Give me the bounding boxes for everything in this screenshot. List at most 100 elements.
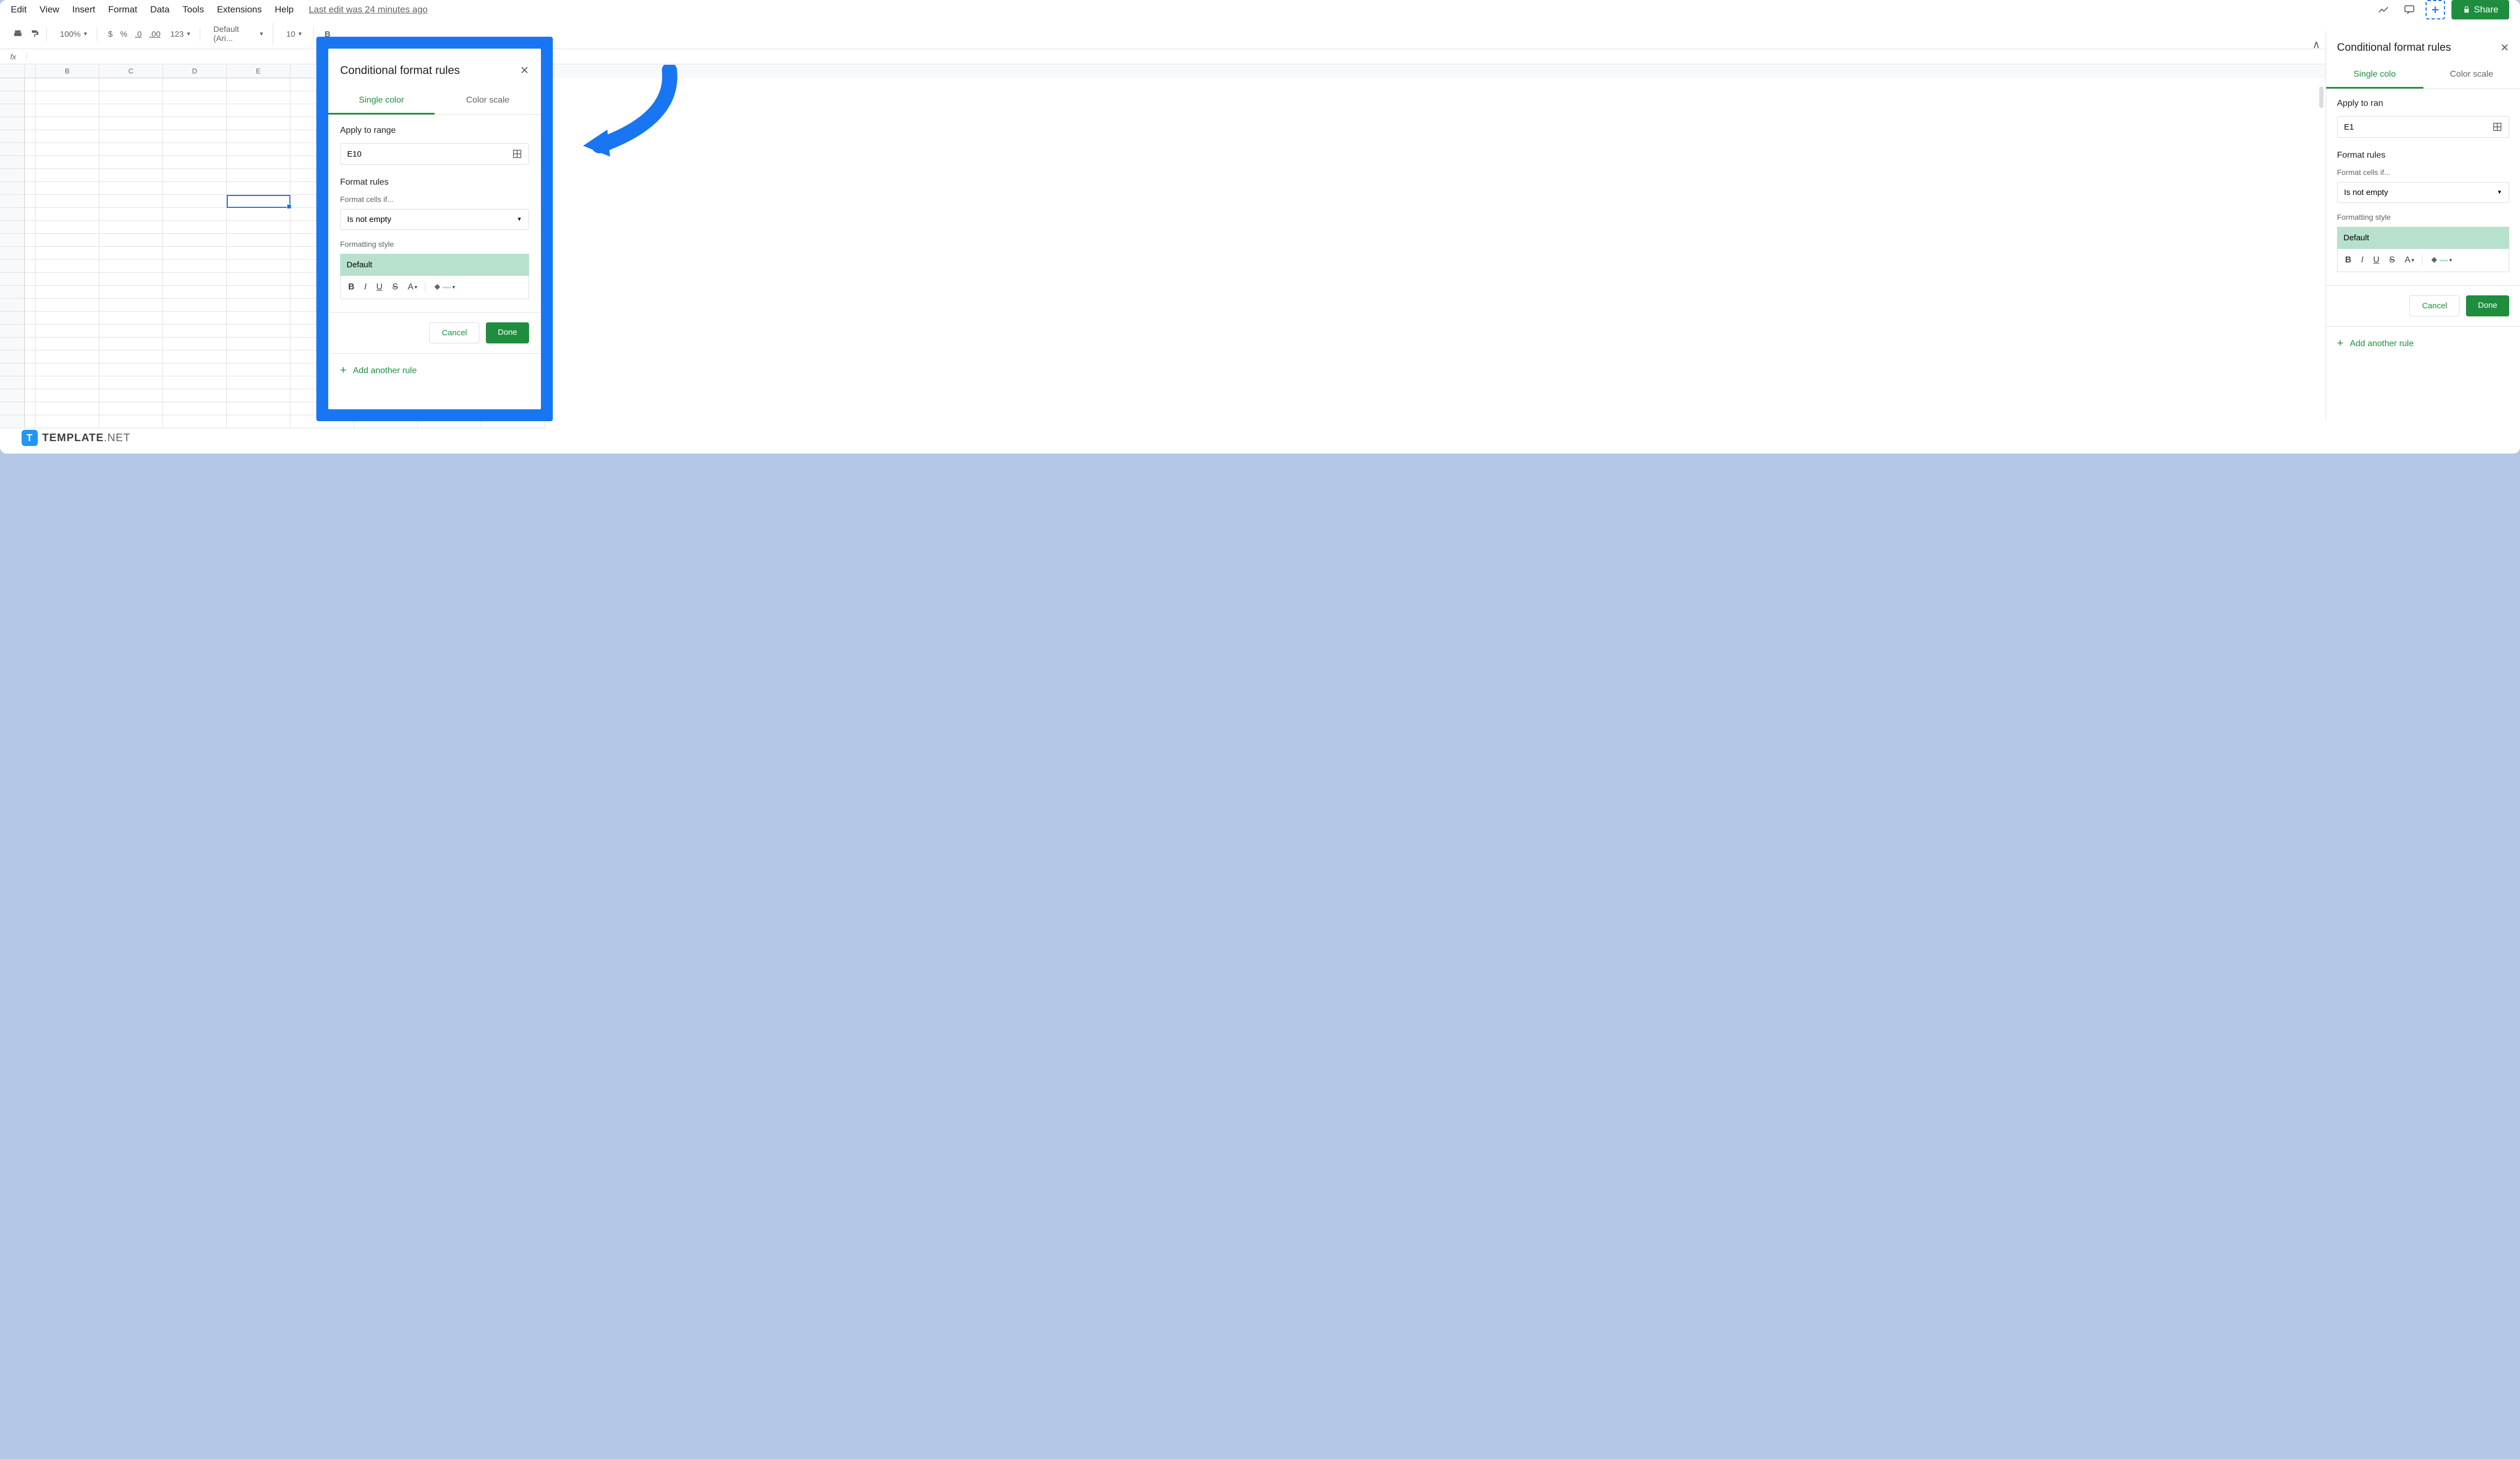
cell[interactable] — [163, 104, 227, 117]
zoom-condition-select[interactable]: Is not empty ▼ — [340, 209, 529, 230]
cell[interactable] — [163, 376, 227, 389]
cell[interactable] — [99, 325, 163, 337]
cell[interactable] — [227, 402, 290, 415]
cell[interactable] — [36, 363, 99, 376]
cell[interactable] — [36, 104, 99, 117]
cell[interactable] — [25, 169, 36, 182]
cell[interactable] — [99, 156, 163, 169]
cell[interactable] — [36, 415, 99, 428]
collapse-sidebar-chevron-icon[interactable]: ∧ — [2308, 33, 2325, 56]
row-header[interactable] — [0, 91, 25, 104]
cell[interactable] — [25, 325, 36, 337]
cell[interactable] — [227, 415, 290, 428]
cell[interactable] — [227, 156, 290, 169]
cell[interactable] — [227, 337, 290, 350]
text-color-button[interactable]: A▾ — [2400, 252, 2419, 268]
cell[interactable] — [25, 299, 36, 312]
tab-single-color[interactable]: Single colo — [2326, 62, 2423, 89]
menu-view[interactable]: View — [39, 4, 59, 15]
menu-data[interactable]: Data — [150, 4, 170, 15]
cell[interactable] — [99, 104, 163, 117]
cell[interactable] — [36, 182, 99, 195]
cell[interactable] — [227, 299, 290, 312]
row-header[interactable] — [0, 208, 25, 221]
cell[interactable] — [99, 91, 163, 104]
row-header[interactable] — [0, 389, 25, 402]
cell[interactable] — [99, 143, 163, 156]
cell[interactable] — [227, 376, 290, 389]
cell[interactable] — [163, 415, 227, 428]
row-header[interactable] — [0, 130, 25, 143]
cell[interactable] — [163, 350, 227, 363]
zoom-underline-button[interactable]: U — [372, 279, 387, 295]
cell[interactable] — [227, 286, 290, 299]
cell[interactable] — [99, 312, 163, 325]
cell[interactable] — [227, 169, 290, 182]
cell[interactable] — [36, 350, 99, 363]
currency-button[interactable]: $ — [106, 28, 114, 41]
menu-help[interactable]: Help — [275, 4, 294, 15]
row-header[interactable] — [0, 117, 25, 130]
cell[interactable] — [36, 286, 99, 299]
zoom-fill-color-button[interactable]: ▾ — [429, 280, 459, 295]
add-another-rule-button[interactable]: + Add another rule — [2337, 327, 2509, 361]
cell[interactable] — [25, 143, 36, 156]
print-icon[interactable] — [11, 27, 25, 41]
cell[interactable] — [163, 78, 227, 91]
row-header[interactable] — [0, 195, 25, 208]
zoom-range-input[interactable] — [347, 150, 512, 159]
cell[interactable] — [99, 260, 163, 273]
cell[interactable] — [163, 247, 227, 260]
cell[interactable] — [227, 260, 290, 273]
cell[interactable] — [25, 195, 36, 208]
zoom-strikethrough-button[interactable]: S — [388, 279, 403, 295]
italic-button[interactable]: I — [2357, 252, 2368, 268]
cell[interactable] — [36, 247, 99, 260]
cell[interactable] — [36, 389, 99, 402]
close-icon[interactable]: ✕ — [2500, 41, 2509, 55]
cell[interactable] — [36, 195, 99, 208]
cell[interactable] — [163, 260, 227, 273]
zoom-done-button[interactable]: Done — [486, 322, 529, 343]
cell[interactable] — [36, 299, 99, 312]
zoom-tab-single-color[interactable]: Single color — [328, 88, 435, 114]
cell[interactable] — [163, 195, 227, 208]
row-header[interactable] — [0, 169, 25, 182]
tab-color-scale[interactable]: Color scale — [2423, 62, 2520, 89]
cell[interactable] — [227, 117, 290, 130]
select-all-corner[interactable] — [0, 64, 25, 78]
font-size-dropdown[interactable]: 10▼ — [282, 28, 309, 41]
cell[interactable] — [99, 234, 163, 247]
row-header[interactable] — [0, 376, 25, 389]
row-header[interactable] — [0, 260, 25, 273]
cell[interactable] — [25, 221, 36, 234]
cell[interactable] — [163, 156, 227, 169]
cell[interactable] — [163, 169, 227, 182]
increase-decimal-button[interactable]: .00 — [147, 28, 162, 41]
cell[interactable] — [25, 156, 36, 169]
cell[interactable] — [25, 182, 36, 195]
row-header[interactable] — [0, 234, 25, 247]
paint-format-icon[interactable] — [28, 27, 42, 41]
row-header[interactable] — [0, 402, 25, 415]
cell[interactable] — [163, 325, 227, 337]
row-header[interactable] — [0, 182, 25, 195]
cell[interactable] — [25, 312, 36, 325]
cell[interactable] — [227, 182, 290, 195]
cell[interactable] — [227, 78, 290, 91]
cell[interactable] — [25, 389, 36, 402]
zoom-bold-button[interactable]: B — [344, 279, 359, 295]
cell[interactable] — [25, 415, 36, 428]
bold-button[interactable]: B — [2341, 252, 2356, 268]
zoom-dropdown[interactable]: 100%▼ — [56, 28, 92, 41]
cell[interactable] — [36, 143, 99, 156]
cell[interactable] — [227, 195, 290, 208]
cell[interactable] — [163, 234, 227, 247]
cell[interactable] — [227, 91, 290, 104]
cell[interactable] — [227, 350, 290, 363]
range-input[interactable] — [2344, 123, 2492, 132]
menu-edit[interactable]: Edit — [11, 4, 26, 15]
cell[interactable] — [25, 260, 36, 273]
zoom-add-another-rule-button[interactable]: + Add another rule — [340, 354, 529, 388]
zoom-italic-button[interactable]: I — [360, 279, 371, 295]
